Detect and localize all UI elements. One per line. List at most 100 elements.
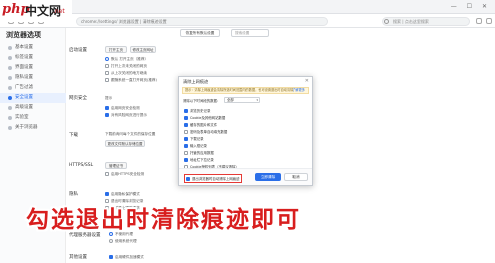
instruction-caption: 勾选退出时清除痕迹即可 xyxy=(26,207,301,233)
sidebar-item-about[interactable]: 关于浏览器 xyxy=(0,123,66,133)
checkbox-icon xyxy=(186,177,190,181)
window-controls[interactable]: — ☐ ✕ xyxy=(451,3,491,10)
tabs-icon xyxy=(8,56,12,60)
sidebar-item-label: 基本设置 xyxy=(15,45,33,50)
security-section-title: 网页安全 xyxy=(69,96,87,101)
basic-icon xyxy=(8,46,12,50)
adblock-icon xyxy=(8,86,12,90)
security-label: 提示 xyxy=(105,96,113,100)
checkbox-icon xyxy=(105,71,109,75)
sidebar-item-basic[interactable]: 基本设置 xyxy=(0,43,66,53)
checkbox-icon xyxy=(184,123,188,127)
sidebar-item-advanced[interactable]: 高级设置 xyxy=(0,103,66,113)
sidebar-item-label: 高级设置 xyxy=(15,105,33,110)
close-icon[interactable]: ✕ xyxy=(305,79,309,84)
clear-option-hosted-apps[interactable]: 托管的应用数据 xyxy=(184,150,214,155)
checkbox-icon xyxy=(109,255,113,259)
browser-search-input[interactable]: 搜索 | 点击这里搜索 xyxy=(382,17,470,26)
checkbox-icon xyxy=(184,151,188,155)
https-option[interactable]: 启用HTTPS安全检测 xyxy=(105,172,144,177)
sidebar-item-label: 实验室 xyxy=(15,115,29,120)
logo-suffix: .net xyxy=(53,8,65,15)
startup-option[interactable]: 跟随系统一直打开网页(推荐) xyxy=(105,78,157,83)
clear-option-cache[interactable]: 缓存的图片和文件 xyxy=(184,122,217,127)
checkbox-icon xyxy=(184,130,188,134)
privacy-option[interactable]: 启用隐私保护模式 xyxy=(105,192,140,197)
sidebar-item-privacy[interactable]: 隐私设置 xyxy=(0,73,66,83)
info-icon xyxy=(8,126,12,130)
open-homepage-button[interactable]: 打开主页 xyxy=(105,46,127,53)
clear-traces-dialog: 清除上网痕迹 ✕ 提示：清除上网痕迹会清除所选时间范围内的数据，也可设置退出时自… xyxy=(178,76,313,186)
extension-icon[interactable] xyxy=(486,18,492,24)
restore-defaults-button[interactable]: 恢复所有默认设置 xyxy=(180,29,220,37)
sidebar-item-label: 关于浏览器 xyxy=(15,125,38,130)
sidebar-title: 浏览器选项 xyxy=(6,31,41,39)
sidebar-item-tabs[interactable]: 标签设置 xyxy=(0,53,66,63)
startup-option[interactable]: 从上次关闭的地方继续 xyxy=(105,71,147,76)
lab-icon xyxy=(8,116,12,120)
checkbox-icon xyxy=(105,172,109,176)
site-logo: php 中文网 .net xyxy=(0,0,72,22)
proxy-option[interactable]: 使用系统代理 xyxy=(109,239,137,244)
clear-option-history[interactable]: 浏览历史记录 xyxy=(184,108,210,113)
https-section-title: HTTPS/SSL xyxy=(69,163,94,168)
time-range-label: 清除以下时间段的数据： xyxy=(183,99,221,103)
checkbox-icon xyxy=(184,137,188,141)
sidebar-item-adblock[interactable]: 广告过滤 xyxy=(0,83,66,93)
clear-option-addressbar[interactable]: 地址栏下拉记录 xyxy=(184,157,214,162)
other-section-title: 其他设置 xyxy=(69,255,87,260)
learn-more-link[interactable]: 了解更多 xyxy=(292,88,305,93)
browser-toolbar: chrome://settings/ 浏览器设置 | 清除痕迹设置 搜索 | 点… xyxy=(0,14,495,28)
advanced-icon xyxy=(8,106,12,110)
menu-icon[interactable] xyxy=(476,18,482,24)
checkbox-icon xyxy=(184,144,188,148)
security-option[interactable]: 对有风险网页进行提示 xyxy=(105,113,147,118)
manage-certificates-button[interactable]: 管理证书 xyxy=(105,162,127,169)
change-download-folder-button[interactable]: 更改文件默认存储位置 xyxy=(105,140,145,147)
search-icon xyxy=(384,19,389,24)
sidebar-item-lab[interactable]: 实验室 xyxy=(0,113,66,123)
sidebar-item-security[interactable]: 安全设置 xyxy=(0,93,66,103)
clear-option-cookies[interactable]: Cookie及其他网站数据 xyxy=(184,115,225,120)
cancel-button[interactable]: 取消 xyxy=(284,173,308,181)
startup-option[interactable]: 默认 打开主页（推荐） xyxy=(105,57,148,62)
time-range-value: 全部 xyxy=(227,98,234,102)
sidebar-item-label: 标签设置 xyxy=(15,55,33,60)
interface-icon xyxy=(8,66,12,70)
radio-icon xyxy=(105,57,109,61)
other-option[interactable]: 启用硬件加速模式 xyxy=(109,255,144,260)
clear-now-button[interactable]: 立即清除 xyxy=(255,173,281,181)
checkbox-icon xyxy=(105,113,109,117)
chevron-down-icon: ▾ xyxy=(256,98,258,102)
sidebar-item-label: 隐私设置 xyxy=(15,75,33,80)
security-option[interactable]: 启用网页安全检测 xyxy=(105,106,140,111)
change-homepage-button[interactable]: 修改主页网址 xyxy=(130,46,156,53)
clear-on-exit-checkbox[interactable]: 退出浏览器时自动清除上网痕迹 xyxy=(184,174,243,183)
address-bar[interactable]: chrome://settings/ 浏览器设置 | 清除痕迹设置 xyxy=(76,17,328,26)
browser-title-bar: — ☐ ✕ xyxy=(0,0,495,14)
shield-icon xyxy=(8,96,12,100)
radio-icon xyxy=(109,239,113,243)
privacy-icon xyxy=(8,76,12,80)
startup-section-title: 启动设置 xyxy=(69,48,87,53)
settings-search-input[interactable]: 搜索设置 xyxy=(231,29,269,37)
dialog-notice-text: 提示：清除上网痕迹会清除所选时间范围内的数据，也可设置退出时自动清除 xyxy=(185,88,294,92)
clear-option-passwords[interactable]: 密码及表单自动填充数据 xyxy=(184,129,227,134)
checkbox-icon xyxy=(105,192,109,196)
sidebar-item-interface[interactable]: 界面设置 xyxy=(0,63,66,73)
clear-option-downloads[interactable]: 下载记录 xyxy=(184,136,204,141)
sidebar-item-label: 安全设置 xyxy=(15,95,33,100)
startup-option[interactable]: 打开上次未关闭的网页 xyxy=(105,64,147,69)
dialog-notice: 提示：清除上网痕迹会清除所选时间范围内的数据，也可设置退出时自动清除 了解更多 xyxy=(182,87,309,94)
download-section-title: 下载 xyxy=(69,133,78,138)
checkbox-icon xyxy=(105,106,109,110)
sidebar-item-label: 广告过滤 xyxy=(15,85,33,90)
dialog-title: 清除上网痕迹 xyxy=(183,79,209,84)
download-text: 下载前询问每个文件的保存位置 xyxy=(105,132,156,136)
checkbox-icon xyxy=(184,109,188,113)
checkbox-icon xyxy=(105,78,109,82)
dialog-footer: 退出浏览器时自动清除上网痕迹 立即清除 取消 xyxy=(179,168,312,185)
checkbox-icon xyxy=(184,158,188,162)
time-range-select[interactable]: 全部 ▾ xyxy=(224,97,260,103)
clear-option-inputs[interactable]: 输入框记录 xyxy=(184,143,207,148)
